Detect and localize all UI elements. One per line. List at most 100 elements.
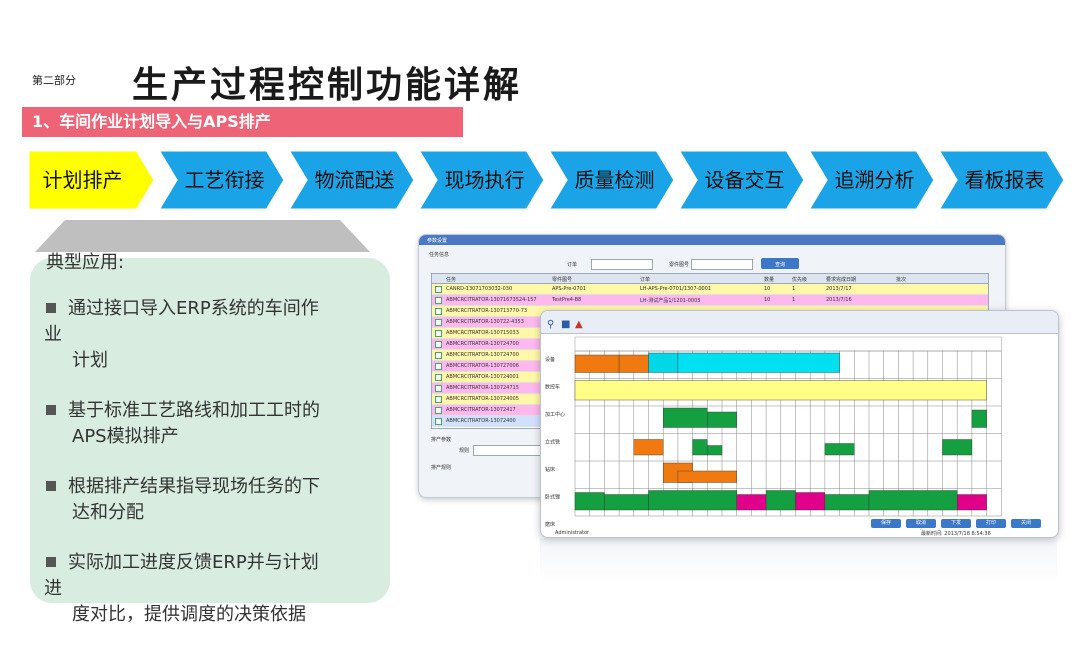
resource-label: 卧式镗: [545, 494, 560, 501]
gantt-task-bar: [677, 470, 737, 483]
table-row[interactable]: ABMCRCITRATOR-13071673524-157 TestPre4-B8…: [432, 295, 988, 306]
gantt-task-bar: [618, 354, 649, 373]
gantt-button[interactable]: 下发: [941, 519, 971, 528]
screenshot-reflection: [540, 538, 1057, 582]
gantt-buttons: 保存 取消 下发 打印 关闭: [871, 519, 1051, 529]
rule-select[interactable]: [473, 445, 545, 456]
gantt-task-bar: [957, 494, 987, 511]
column-header: 要求完成日期: [826, 277, 857, 283]
table-cell: 2013/7/17: [826, 286, 852, 292]
table-cell: ABMCRCITRATOR-130727006: [446, 363, 519, 369]
gantt-task-bar: [604, 494, 649, 511]
row-checkbox[interactable]: [435, 319, 442, 326]
bullet-item: 实际加工进度反馈ERP并与计划进度对比，提供调度的决策依据: [44, 550, 376, 628]
table-cell: 2013/7/16: [826, 297, 852, 303]
gantt-chart: 设备数控车加工中心立式铣钻床卧式镗磨床: [545, 336, 1002, 528]
column-header: 订单: [640, 277, 651, 283]
gantt-task-bar: [824, 443, 855, 456]
gantt-task-bar: [648, 352, 679, 373]
bullet-square-icon: [46, 481, 56, 491]
bullet-text-continued: 度对比，提供调度的决策依据: [72, 604, 306, 625]
row-checkbox[interactable]: [435, 418, 442, 425]
gantt-button[interactable]: 保存: [871, 519, 901, 528]
drawing-input[interactable]: [691, 259, 753, 270]
row-checkbox[interactable]: [435, 396, 442, 403]
row-checkbox[interactable]: [435, 385, 442, 392]
gantt-task-bar: [942, 439, 973, 456]
bullet-text: 实际加工进度反馈ERP并与计划: [68, 552, 319, 573]
resource-label: 数控车: [545, 384, 560, 391]
gantt-task-bar: [736, 494, 767, 511]
table-cell: ABMCRCITRATOR-130722-4353: [446, 319, 524, 325]
resource-label: 钻床: [545, 466, 555, 473]
table-cell: ABMCRCITRATOR-130724001: [446, 374, 519, 380]
query-button[interactable]: 查询: [761, 258, 799, 269]
table-cell: ABMCRCITRATOR-130724700: [446, 341, 519, 347]
resource-label: 设备: [545, 356, 555, 363]
gantt-window-screenshot: ⚲ ■ ▲ 设备 数控车 加工中心 立式铣 钻床 卧式镗 磨床 保存 取消 下发 打印 关闭 Adm…: [540, 310, 1059, 538]
table-cell: APS-Pre-0701: [552, 286, 586, 292]
process-step-1[interactable]: 计划排产: [28, 150, 137, 210]
drawing-label: 零件图号: [669, 262, 690, 268]
process-step-5[interactable]: 质量检测: [562, 150, 667, 210]
column-header: 数量: [764, 277, 775, 283]
row-checkbox[interactable]: [435, 286, 442, 293]
column-header: 零件图号: [552, 277, 573, 283]
table-cell: 1: [792, 297, 796, 303]
bullet-text-wrap: 进: [44, 578, 62, 599]
order-input[interactable]: [591, 259, 653, 270]
gantt-task-bar: [633, 439, 664, 456]
result-label: 排产规则: [431, 465, 452, 471]
window-titlebar: 参数设置: [419, 235, 1005, 245]
resource-label: 立式铣: [545, 439, 560, 446]
table-cell: CANRD-13071703032-030: [446, 286, 513, 292]
column-header: 优先级: [792, 277, 808, 283]
bullet-text: 根据排产结果指导现场任务的下: [68, 476, 320, 497]
gantt-button[interactable]: 取消: [906, 519, 936, 528]
gantt-button[interactable]: 关闭: [1011, 519, 1041, 528]
row-checkbox[interactable]: [435, 407, 442, 414]
bullet-square-icon: [46, 303, 56, 313]
table-cell: ABMCRCITRATOR-130724715: [446, 385, 519, 391]
row-checkbox[interactable]: [435, 363, 442, 370]
gantt-task-bar: [824, 494, 870, 511]
bullet-item: 根据排产结果指导现场任务的下达和分配: [46, 474, 376, 526]
table-cell: ABMCRCITRATOR-13071673524-157: [446, 297, 537, 303]
table-cell: ABMCRCITRATOR-130715033: [446, 330, 519, 336]
query-button-label: 查询: [775, 262, 786, 268]
row-checkbox[interactable]: [435, 374, 442, 381]
process-step-7[interactable]: 追溯分析: [822, 150, 927, 210]
table-cell: LH-测试产品1/1201-0003: [640, 298, 701, 304]
bullet-text-continued: APS模拟排产: [72, 426, 179, 447]
process-step-2[interactable]: 工艺衔接: [172, 150, 277, 210]
task-table-header: 任务 零件图号 订单 数量 优先级 要求完成日期 批次: [432, 274, 988, 284]
gantt-task-bar: [662, 407, 708, 428]
process-step-6[interactable]: 设备交互: [692, 150, 797, 210]
bullet-item: 基于标准工艺路线和加工工时的 APS模拟排产: [46, 398, 376, 450]
row-checkbox[interactable]: [435, 341, 442, 348]
bullet-text-continued: 计划: [72, 350, 108, 371]
table-cell: 1: [792, 286, 796, 292]
table-row[interactable]: CANRD-13071703032-030 APS-Pre-0701 LH-APS-…: [432, 284, 988, 295]
bullet-text-continued: 达和分配: [72, 502, 144, 523]
row-checkbox[interactable]: [435, 330, 442, 337]
row-checkbox[interactable]: [435, 297, 442, 304]
page-title: 生产过程控制功能详解: [132, 65, 523, 106]
process-step-4[interactable]: 现场执行: [432, 150, 537, 210]
gantt-task-bar: [795, 492, 826, 511]
gantt-button[interactable]: 打印: [976, 519, 1006, 528]
process-step-3[interactable]: 物流配送: [302, 150, 407, 210]
column-header: 任务: [446, 277, 457, 283]
table-cell: 10: [764, 297, 771, 303]
process-step-8[interactable]: 看板报表: [952, 150, 1057, 210]
table-cell: ABMCRCITRATOR-130724700: [446, 352, 519, 358]
bullet-square-icon: [46, 405, 56, 415]
row-checkbox[interactable]: [435, 352, 442, 359]
table-cell: 10: [764, 286, 771, 292]
table-cell: ABMCRCITRATOR-130713770-73: [446, 308, 528, 314]
gantt-task-bar: [574, 492, 605, 511]
column-header: 批次: [896, 277, 907, 283]
rule-label: 规则: [459, 448, 470, 454]
row-checkbox[interactable]: [435, 308, 442, 315]
table-cell: LH-APS-Pre-0701/1307-0001: [640, 286, 712, 292]
